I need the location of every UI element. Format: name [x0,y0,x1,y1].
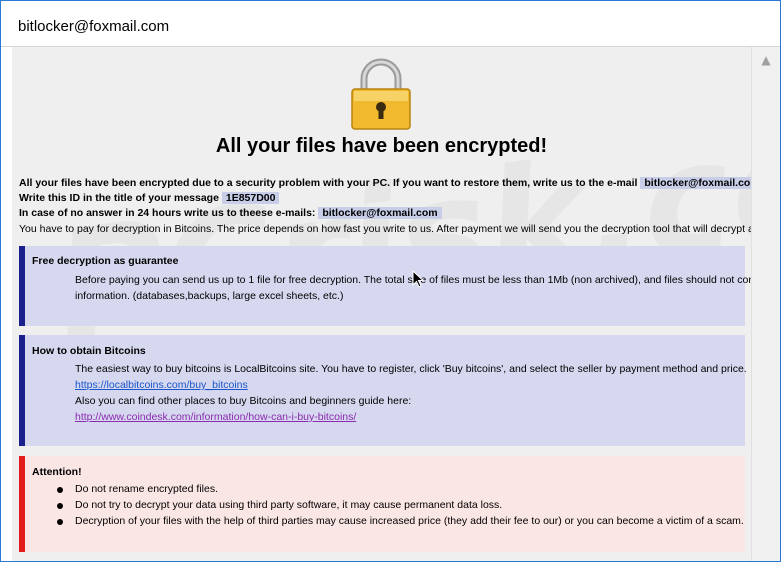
coindesk-link[interactable]: http://www.coindesk.com/information/how-… [75,409,356,425]
free-decryption-title: Free decryption as guarantee [32,255,179,267]
attention-item-3: Decryption of your files with the help o… [75,515,744,527]
intro-line-1-text: All your files have been encrypted due t… [19,177,638,189]
free-decryption-text-2: information. (databases,backups, large e… [75,290,344,302]
ransom-note-window: bitlocker@foxmail.com PCrisk.com All you… [0,0,781,562]
bitcoins-title: How to obtain Bitcoins [32,345,146,357]
free-decryption-panel: Free decryption as guarantee Before payi… [19,246,751,326]
note-content[interactable]: PCrisk.com All your files have been encr… [12,47,751,561]
padlock-icon [351,58,411,130]
window-title: bitlocker@foxmail.com [18,18,170,35]
intro-line-3: In case of no answer in 24 hours write u… [19,207,442,219]
bullet-icon [57,487,63,493]
title-bar: bitlocker@foxmail.com [1,1,780,47]
intro-line-2-text: Write this ID in the title of your messa… [19,192,219,204]
attention-title: Attention! [32,466,82,478]
intro-line-4: You have to pay for decryption in Bitcoi… [19,223,751,235]
attention-item-2: Do not try to decrypt your data using th… [75,499,503,511]
bitcoins-text-2: Also you can find other places to buy Bi… [75,395,412,407]
intro-line-1: All your files have been encrypted due t… [19,177,751,189]
contact-email[interactable]: bitlocker@foxmail.com [640,177,751,189]
bitcoins-text-1: The easiest way to buy bitcoins is Local… [75,363,747,375]
bullet-icon [57,503,63,509]
backup-email[interactable]: bitlocker@foxmail.com [318,207,442,219]
victim-id[interactable]: 1E857D00 [221,192,280,204]
localbitcoins-link[interactable]: https://localbitcoins.com/buy_bitcoins [75,377,248,393]
bullet-icon [57,519,63,525]
headline: All your files have been encrypted! [215,135,548,157]
intro-line-2: Write this ID in the title of your messa… [19,192,280,204]
scroll-up-arrow-icon[interactable]: ▲ [756,53,776,67]
attention-item-1: Do not rename encrypted files. [75,483,218,495]
attention-panel: Attention! Do not rename encrypted files… [19,456,745,552]
intro-line-3-text: In case of no answer in 24 hours write u… [19,207,316,219]
vertical-scrollbar[interactable]: ▲ [751,47,780,561]
mouse-cursor-icon [412,270,424,288]
bitcoins-panel: How to obtain Bitcoins The easiest way t… [19,335,747,446]
